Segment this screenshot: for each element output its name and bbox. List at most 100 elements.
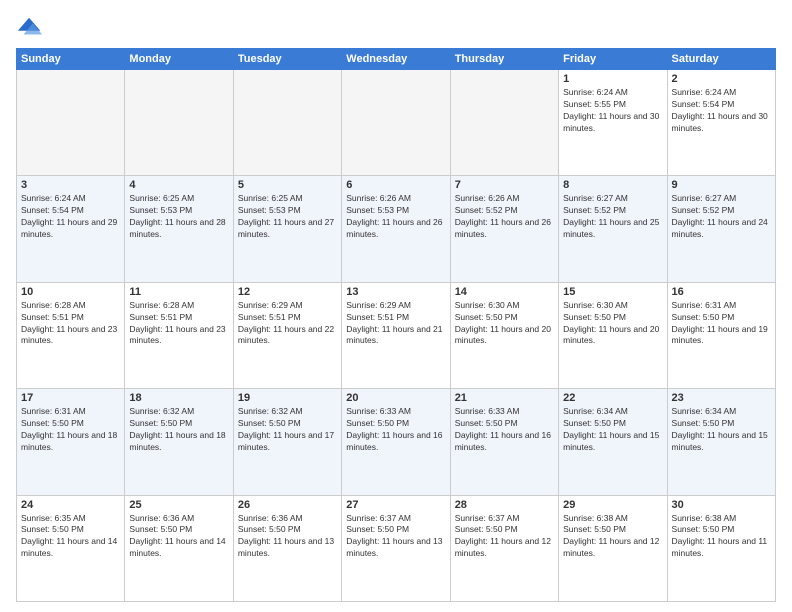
day-info: Sunrise: 6:28 AM Sunset: 5:51 PM Dayligh… [21,300,120,348]
day-info: Sunrise: 6:24 AM Sunset: 5:54 PM Dayligh… [672,87,771,135]
table-row: 16 Sunrise: 6:31 AM Sunset: 5:50 PM Dayl… [667,282,775,388]
day-info: Sunrise: 6:25 AM Sunset: 5:53 PM Dayligh… [129,193,228,241]
header-tuesday: Tuesday [233,49,341,70]
day-info: Sunrise: 6:34 AM Sunset: 5:50 PM Dayligh… [672,406,771,454]
table-row: 3 Sunrise: 6:24 AM Sunset: 5:54 PM Dayli… [17,176,125,282]
table-row: 13 Sunrise: 6:29 AM Sunset: 5:51 PM Dayl… [342,282,450,388]
table-row: 9 Sunrise: 6:27 AM Sunset: 5:52 PM Dayli… [667,176,775,282]
table-row: 23 Sunrise: 6:34 AM Sunset: 5:50 PM Dayl… [667,389,775,495]
day-number: 13 [346,286,445,298]
day-number: 4 [129,179,228,191]
header-wednesday: Wednesday [342,49,450,70]
table-row: 15 Sunrise: 6:30 AM Sunset: 5:50 PM Dayl… [559,282,667,388]
day-info: Sunrise: 6:28 AM Sunset: 5:51 PM Dayligh… [129,300,228,348]
table-row: 17 Sunrise: 6:31 AM Sunset: 5:50 PM Dayl… [17,389,125,495]
header-sunday: Sunday [17,49,125,70]
table-row: 25 Sunrise: 6:36 AM Sunset: 5:50 PM Dayl… [125,495,233,601]
day-number: 17 [21,392,120,404]
day-number: 11 [129,286,228,298]
day-info: Sunrise: 6:32 AM Sunset: 5:50 PM Dayligh… [129,406,228,454]
header-monday: Monday [125,49,233,70]
table-row: 14 Sunrise: 6:30 AM Sunset: 5:50 PM Dayl… [450,282,558,388]
day-info: Sunrise: 6:32 AM Sunset: 5:50 PM Dayligh… [238,406,337,454]
day-number: 22 [563,392,662,404]
day-info: Sunrise: 6:27 AM Sunset: 5:52 PM Dayligh… [672,193,771,241]
table-row: 30 Sunrise: 6:38 AM Sunset: 5:50 PM Dayl… [667,495,775,601]
table-row [125,70,233,176]
calendar-week-row: 1 Sunrise: 6:24 AM Sunset: 5:55 PM Dayli… [17,70,776,176]
day-info: Sunrise: 6:30 AM Sunset: 5:50 PM Dayligh… [563,300,662,348]
day-info: Sunrise: 6:26 AM Sunset: 5:53 PM Dayligh… [346,193,445,241]
table-row: 10 Sunrise: 6:28 AM Sunset: 5:51 PM Dayl… [17,282,125,388]
page: Sunday Monday Tuesday Wednesday Thursday… [0,0,792,612]
day-number: 5 [238,179,337,191]
day-number: 29 [563,499,662,511]
day-number: 15 [563,286,662,298]
calendar-week-row: 24 Sunrise: 6:35 AM Sunset: 5:50 PM Dayl… [17,495,776,601]
table-row: 11 Sunrise: 6:28 AM Sunset: 5:51 PM Dayl… [125,282,233,388]
day-info: Sunrise: 6:25 AM Sunset: 5:53 PM Dayligh… [238,193,337,241]
table-row: 1 Sunrise: 6:24 AM Sunset: 5:55 PM Dayli… [559,70,667,176]
day-number: 26 [238,499,337,511]
table-row: 26 Sunrise: 6:36 AM Sunset: 5:50 PM Dayl… [233,495,341,601]
day-number: 20 [346,392,445,404]
table-row: 7 Sunrise: 6:26 AM Sunset: 5:52 PM Dayli… [450,176,558,282]
calendar-table: Sunday Monday Tuesday Wednesday Thursday… [16,48,776,602]
day-info: Sunrise: 6:29 AM Sunset: 5:51 PM Dayligh… [346,300,445,348]
day-number: 7 [455,179,554,191]
day-number: 6 [346,179,445,191]
day-info: Sunrise: 6:38 AM Sunset: 5:50 PM Dayligh… [563,513,662,561]
day-number: 30 [672,499,771,511]
day-info: Sunrise: 6:37 AM Sunset: 5:50 PM Dayligh… [455,513,554,561]
table-row: 21 Sunrise: 6:33 AM Sunset: 5:50 PM Dayl… [450,389,558,495]
day-number: 25 [129,499,228,511]
day-info: Sunrise: 6:36 AM Sunset: 5:50 PM Dayligh… [238,513,337,561]
header [16,10,776,42]
day-number: 1 [563,73,662,85]
day-info: Sunrise: 6:36 AM Sunset: 5:50 PM Dayligh… [129,513,228,561]
table-row: 5 Sunrise: 6:25 AM Sunset: 5:53 PM Dayli… [233,176,341,282]
table-row: 28 Sunrise: 6:37 AM Sunset: 5:50 PM Dayl… [450,495,558,601]
calendar-week-row: 10 Sunrise: 6:28 AM Sunset: 5:51 PM Dayl… [17,282,776,388]
day-info: Sunrise: 6:29 AM Sunset: 5:51 PM Dayligh… [238,300,337,348]
day-info: Sunrise: 6:26 AM Sunset: 5:52 PM Dayligh… [455,193,554,241]
day-number: 24 [21,499,120,511]
table-row: 4 Sunrise: 6:25 AM Sunset: 5:53 PM Dayli… [125,176,233,282]
day-info: Sunrise: 6:31 AM Sunset: 5:50 PM Dayligh… [672,300,771,348]
day-info: Sunrise: 6:30 AM Sunset: 5:50 PM Dayligh… [455,300,554,348]
table-row: 24 Sunrise: 6:35 AM Sunset: 5:50 PM Dayl… [17,495,125,601]
day-number: 18 [129,392,228,404]
day-number: 2 [672,73,771,85]
table-row: 8 Sunrise: 6:27 AM Sunset: 5:52 PM Dayli… [559,176,667,282]
day-number: 12 [238,286,337,298]
day-info: Sunrise: 6:31 AM Sunset: 5:50 PM Dayligh… [21,406,120,454]
day-number: 28 [455,499,554,511]
day-info: Sunrise: 6:24 AM Sunset: 5:55 PM Dayligh… [563,87,662,135]
table-row: 12 Sunrise: 6:29 AM Sunset: 5:51 PM Dayl… [233,282,341,388]
day-info: Sunrise: 6:33 AM Sunset: 5:50 PM Dayligh… [455,406,554,454]
table-row: 27 Sunrise: 6:37 AM Sunset: 5:50 PM Dayl… [342,495,450,601]
table-row: 29 Sunrise: 6:38 AM Sunset: 5:50 PM Dayl… [559,495,667,601]
day-number: 10 [21,286,120,298]
table-row [17,70,125,176]
day-number: 8 [563,179,662,191]
header-thursday: Thursday [450,49,558,70]
day-number: 9 [672,179,771,191]
day-number: 27 [346,499,445,511]
table-row: 20 Sunrise: 6:33 AM Sunset: 5:50 PM Dayl… [342,389,450,495]
day-info: Sunrise: 6:37 AM Sunset: 5:50 PM Dayligh… [346,513,445,561]
day-info: Sunrise: 6:24 AM Sunset: 5:54 PM Dayligh… [21,193,120,241]
table-row: 2 Sunrise: 6:24 AM Sunset: 5:54 PM Dayli… [667,70,775,176]
calendar-week-row: 3 Sunrise: 6:24 AM Sunset: 5:54 PM Dayli… [17,176,776,282]
table-row [233,70,341,176]
day-info: Sunrise: 6:33 AM Sunset: 5:50 PM Dayligh… [346,406,445,454]
logo [16,14,46,42]
calendar-week-row: 17 Sunrise: 6:31 AM Sunset: 5:50 PM Dayl… [17,389,776,495]
header-friday: Friday [559,49,667,70]
day-info: Sunrise: 6:35 AM Sunset: 5:50 PM Dayligh… [21,513,120,561]
weekday-header-row: Sunday Monday Tuesday Wednesday Thursday… [17,49,776,70]
day-number: 19 [238,392,337,404]
day-number: 14 [455,286,554,298]
day-number: 23 [672,392,771,404]
day-number: 16 [672,286,771,298]
